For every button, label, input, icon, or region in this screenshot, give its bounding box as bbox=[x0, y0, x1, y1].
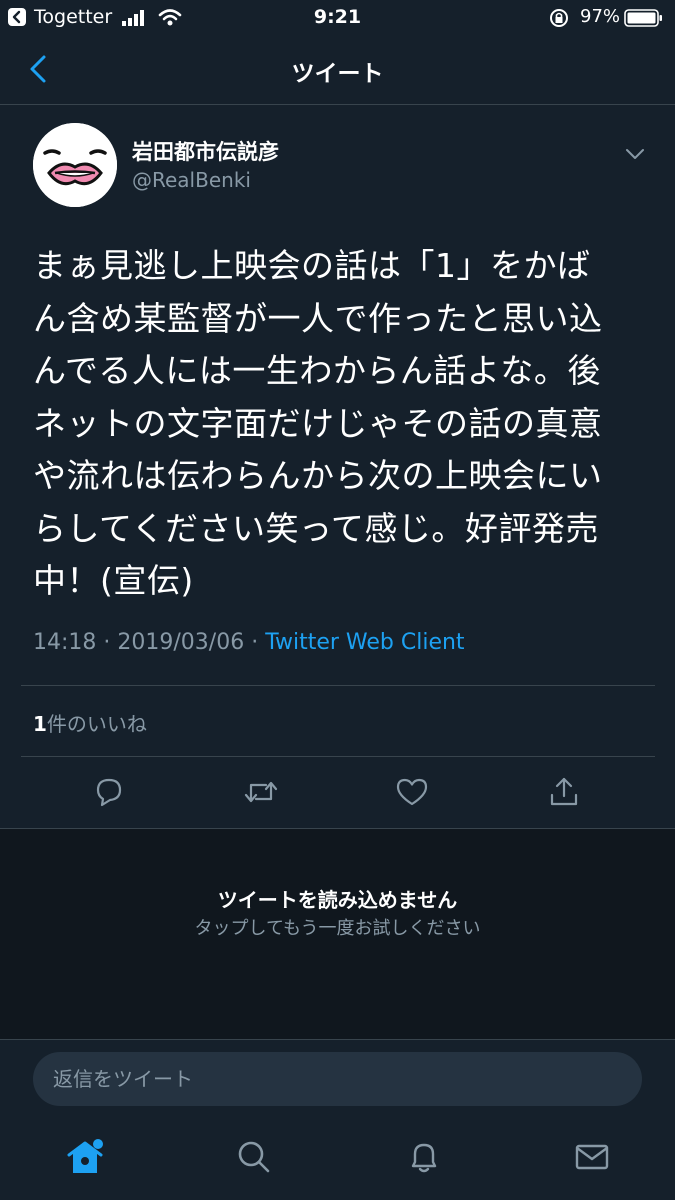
divider bbox=[21, 756, 655, 757]
author-display-name[interactable]: 岩田都市伝説彦 bbox=[132, 136, 279, 166]
status-bar: Togetter 9:21 97% bbox=[0, 0, 675, 36]
likes-summary[interactable]: 1件のいいね bbox=[33, 708, 147, 737]
home-icon[interactable] bbox=[62, 1134, 108, 1180]
tweet-text: まぁ見逃し上映会の話は「1」をかば ん含め某監督が一人で作ったと思い込 んでる人… bbox=[33, 246, 603, 600]
search-icon[interactable] bbox=[231, 1134, 277, 1180]
tweet-date: 2019/03/06 bbox=[117, 630, 245, 655]
divider bbox=[21, 685, 655, 686]
notifications-bell-icon[interactable] bbox=[401, 1134, 447, 1180]
author-handle[interactable]: @RealBenki bbox=[132, 168, 251, 192]
reply-input[interactable] bbox=[53, 1052, 613, 1106]
page-title: ツイート bbox=[291, 61, 384, 87]
tweet-actions bbox=[0, 772, 675, 812]
tweet-time: 14:18 bbox=[33, 630, 97, 655]
battery-percentage: 97% bbox=[580, 6, 621, 27]
nav-bar: ツイート bbox=[0, 36, 675, 105]
tweet-client-link[interactable]: Twitter Web Client bbox=[265, 630, 464, 655]
meta-separator: · bbox=[96, 630, 118, 655]
likes-count: 1 bbox=[33, 712, 47, 736]
reply-bar[interactable] bbox=[33, 1052, 642, 1106]
chevron-down-icon[interactable] bbox=[624, 146, 646, 165]
avatar[interactable] bbox=[33, 123, 117, 207]
rotation-lock-icon bbox=[548, 7, 570, 33]
tweet-meta: 14:18 · 2019/03/06 · Twitter Web Client bbox=[33, 630, 465, 655]
clock-time: 9:21 bbox=[313, 6, 362, 28]
battery-icon bbox=[624, 9, 664, 31]
load-error-title[interactable]: ツイートを読み込めません bbox=[0, 884, 675, 913]
messages-mail-icon[interactable] bbox=[569, 1134, 615, 1180]
reply-icon[interactable] bbox=[89, 772, 129, 812]
share-icon[interactable] bbox=[544, 772, 584, 812]
tab-bar bbox=[0, 1120, 675, 1200]
meta-separator: · bbox=[244, 630, 266, 655]
load-error-subtitle[interactable]: タップしてもう一度お試しください bbox=[0, 914, 675, 940]
like-heart-icon[interactable] bbox=[392, 772, 432, 812]
retweet-icon[interactable] bbox=[241, 772, 281, 812]
likes-label: 件のいいね bbox=[46, 712, 147, 736]
